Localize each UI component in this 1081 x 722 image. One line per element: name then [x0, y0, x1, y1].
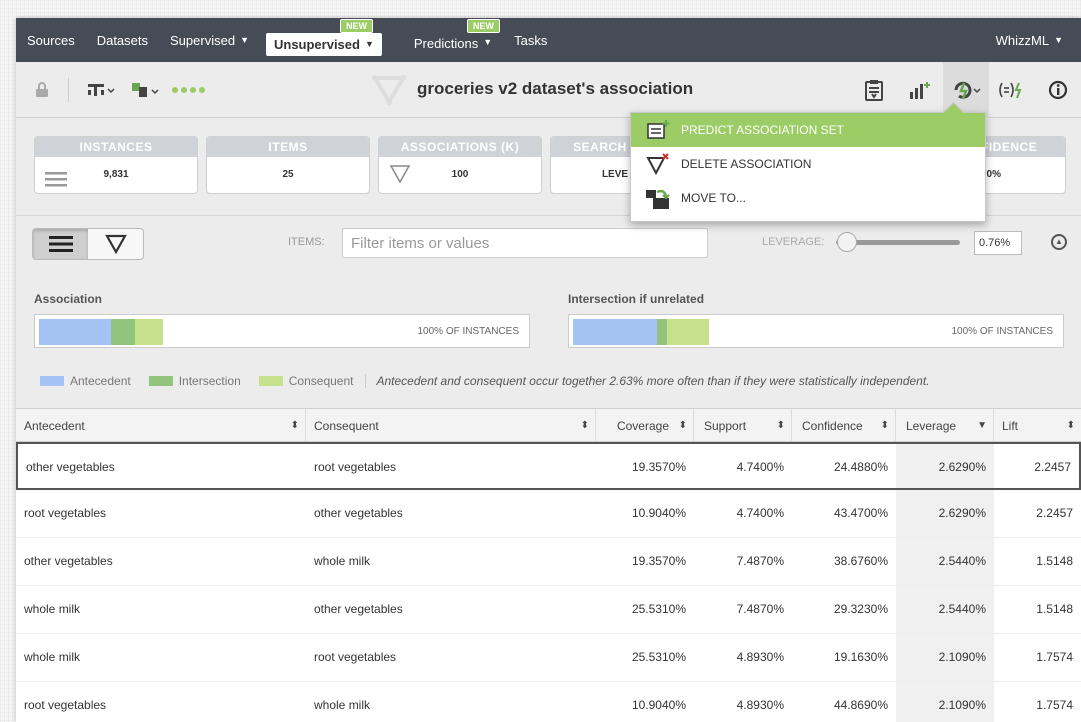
- sort-desc-icon: ▼: [977, 420, 987, 431]
- collapse-up-icon[interactable]: ▲: [1051, 234, 1067, 250]
- header-lift[interactable]: Lift ⬍: [994, 409, 1081, 441]
- header-coverage[interactable]: Coverage ⬍: [596, 409, 694, 441]
- delete-association-icon: [645, 152, 671, 176]
- antecedent-segment: [39, 319, 111, 345]
- association-icon: [389, 163, 411, 193]
- association-icon: [371, 72, 407, 106]
- caret-down-icon: ▼: [1054, 35, 1063, 45]
- list-view-button[interactable]: [33, 229, 88, 259]
- new-badge: NEW: [339, 19, 373, 33]
- consequent-segment: [135, 319, 163, 345]
- intersection-segment: [657, 319, 667, 345]
- sort-icon: ⬍: [678, 420, 687, 431]
- header-antecedent[interactable]: Antecedent ⬍: [16, 409, 306, 441]
- sort-icon: ⬍: [1066, 420, 1075, 431]
- view-toggle: [32, 228, 144, 260]
- nav-unsupervised[interactable]: NEW Unsupervised ▼: [260, 18, 393, 62]
- info-icon[interactable]: [1035, 62, 1081, 118]
- rules-table: Antecedent ⬍ Consequent ⬍ Coverage ⬍ Suppor…: [16, 408, 1081, 722]
- header-leverage[interactable]: Leverage ▼: [896, 409, 994, 441]
- nav-predictions[interactable]: NEW Predictions ▼: [403, 18, 503, 62]
- unrelated-bar: 100% OF INSTANCES: [568, 314, 1064, 348]
- nav-datasets[interactable]: Datasets: [86, 18, 159, 62]
- header-support[interactable]: Support ⬍: [694, 409, 792, 441]
- nav-sources[interactable]: Sources: [16, 18, 86, 62]
- header-consequent[interactable]: Consequent ⬍: [306, 409, 596, 441]
- sort-icon: ⬍: [776, 420, 785, 431]
- caret-down-icon: ▼: [364, 39, 374, 49]
- actions-dropdown-menu: PREDICT ASSOCIATION SET DELETE ASSOCIATI…: [630, 112, 986, 222]
- leverage-label: LEVERAGE:: [762, 236, 825, 248]
- sort-icon: ⬍: [880, 420, 889, 431]
- antecedent-segment: [573, 319, 657, 345]
- items-filter-label: ITEMS:: [288, 236, 325, 248]
- card-items[interactable]: ITEMS 25: [206, 136, 370, 194]
- table-row[interactable]: whole milk other vegetables 25.5310% 7.4…: [16, 586, 1081, 634]
- leverage-value-input[interactable]: 0.76%: [974, 231, 1022, 255]
- header-confidence[interactable]: Confidence ⬍: [792, 409, 896, 441]
- table-row[interactable]: other vegetables whole milk 19.3570% 7.4…: [16, 538, 1081, 586]
- legend: Antecedent Intersection Consequent Antec…: [40, 374, 930, 388]
- lock-icon[interactable]: [16, 62, 68, 118]
- consequent-segment: [667, 319, 709, 345]
- leverage-slider-handle[interactable]: [837, 232, 857, 252]
- page-title: groceries v2 dataset's association: [371, 72, 693, 106]
- menu-item-delete-association[interactable]: DELETE ASSOCIATION: [631, 147, 985, 181]
- intersection-segment: [111, 319, 135, 345]
- app-frame: Sources Datasets Supervised ▼ NEW Unsuper…: [16, 18, 1081, 722]
- filter-bar: ITEMS: LEVERAGE: 0.76% ▲: [16, 216, 1081, 272]
- predict-icon: [645, 118, 671, 142]
- code-icon[interactable]: [123, 62, 167, 118]
- model-tree-icon[interactable]: [79, 62, 123, 118]
- menu-item-predict-association-set[interactable]: PREDICT ASSOCIATION SET: [631, 113, 985, 147]
- resource-toolbar: groceries v2 dataset's association: [16, 62, 1081, 118]
- legend-antecedent: Antecedent: [40, 374, 131, 388]
- legend-consequent: Consequent: [258, 374, 353, 388]
- table-row[interactable]: root vegetables whole milk 10.9040% 4.89…: [16, 682, 1081, 722]
- unrelated-title: Intersection if unrelated: [568, 292, 705, 306]
- dots-icon[interactable]: [167, 62, 215, 118]
- card-associations[interactable]: ASSOCIATIONS (K) 100: [378, 136, 542, 194]
- sort-icon: ⬍: [580, 420, 589, 431]
- document-icon[interactable]: [851, 62, 897, 118]
- formula-icon[interactable]: [989, 62, 1035, 118]
- table-row[interactable]: whole milk root vegetables 25.5310% 4.89…: [16, 634, 1081, 682]
- nav-tasks[interactable]: Tasks: [503, 18, 558, 62]
- association-title: Association: [34, 292, 103, 306]
- list-icon: [48, 236, 73, 252]
- top-navbar: Sources Datasets Supervised ▼ NEW Unsuper…: [16, 18, 1081, 62]
- nav-supervised[interactable]: Supervised ▼: [159, 18, 260, 62]
- table-header: Antecedent ⬍ Consequent ⬍ Coverage ⬍ Suppor…: [16, 408, 1081, 442]
- new-badge: NEW: [466, 19, 500, 33]
- association-icon: [104, 234, 127, 255]
- table-row[interactable]: other vegetables root vegetables 19.3570…: [16, 442, 1081, 490]
- nav-whizzml[interactable]: WhizzML ▼: [985, 18, 1081, 62]
- caret-down-icon: ▼: [483, 37, 493, 47]
- association-view-button[interactable]: [88, 229, 143, 259]
- association-panel: Association 100% OF INSTANCES Intersecti…: [16, 272, 1081, 408]
- association-note: Antecedent and consequent occur together…: [365, 374, 930, 388]
- caret-down-icon: ▼: [240, 35, 249, 45]
- toolbar-actions: [851, 62, 1081, 118]
- menu-item-move-to[interactable]: MOVE TO...: [631, 181, 985, 215]
- items-filter-input[interactable]: [342, 228, 708, 258]
- move-to-icon: [645, 186, 671, 210]
- chart-add-icon[interactable]: [897, 62, 943, 118]
- list-icon: [45, 167, 67, 193]
- association-bar: 100% OF INSTANCES: [34, 314, 530, 348]
- toolbar-divider: [68, 77, 69, 102]
- table-row[interactable]: root vegetables other vegetables 10.9040…: [16, 490, 1081, 538]
- sort-icon: ⬍: [290, 420, 299, 431]
- card-instances[interactable]: INSTANCES 9,831: [34, 136, 198, 194]
- legend-intersection: Intersection: [148, 374, 241, 388]
